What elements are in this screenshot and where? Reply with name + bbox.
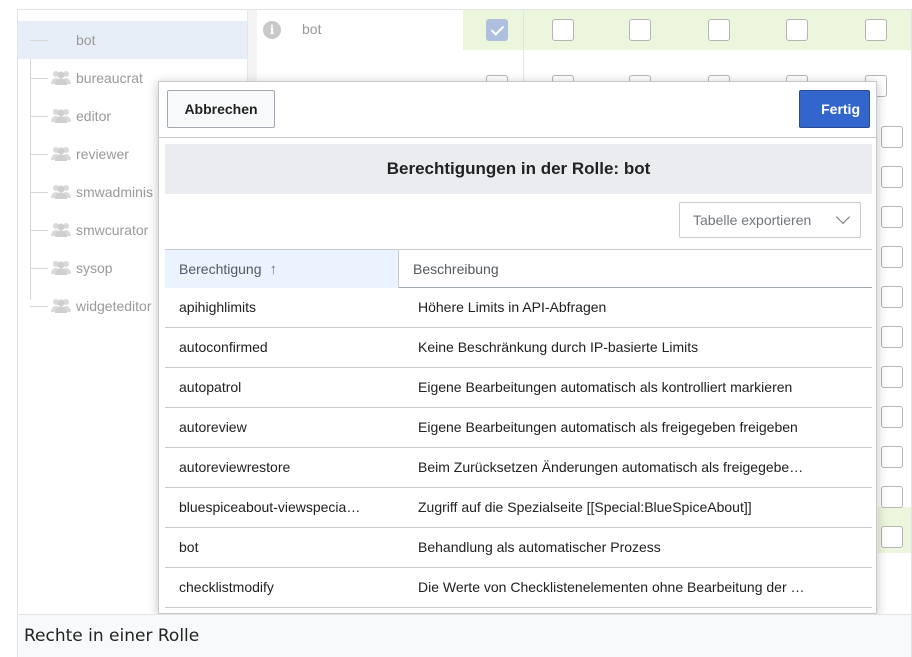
permission-checkbox[interactable] (881, 206, 903, 228)
permission-cell: autoreview (179, 419, 247, 435)
group-icon (50, 221, 72, 237)
permission-checkbox[interactable] (881, 286, 903, 308)
table-header: Berechtigung ↑ Beschreibung (165, 249, 872, 288)
permission-cell: autoconfirmed (179, 339, 268, 355)
tree-item-label: bot (76, 32, 96, 48)
tree-item-label: reviewer (76, 146, 129, 162)
permissions-table: Berechtigung ↑ Beschreibung apihighlimits… (165, 249, 872, 608)
cancel-button[interactable]: Abbrechen (167, 90, 275, 128)
description-cell: Zugriff auf die Spezialseite [[Special:B… (418, 499, 752, 515)
description-cell: Beim Zurücksetzen Änderungen automatisch… (418, 459, 804, 475)
tree-item-label: widgeteditor (76, 298, 152, 314)
tree-item-label: smwadminis (76, 184, 154, 200)
permissions-dialog: Abbrechen Fertig Berechtigungen in der R… (158, 81, 877, 614)
permission-checkbox[interactable] (708, 19, 730, 41)
permission-checkbox[interactable] (865, 19, 887, 41)
table-row[interactable]: bluespiceabout-viewspecia… Zugriff auf di… (165, 488, 872, 528)
description-cell: Eigene Bearbeitungen automatisch als fre… (418, 419, 798, 435)
column-header-description[interactable]: Beschreibung (399, 250, 872, 288)
done-button[interactable]: Fertig (799, 90, 870, 128)
grid-row-bot: i bot (258, 10, 911, 50)
dialog-title: Berechtigungen in der Rolle: bot (165, 144, 872, 194)
permission-cell: apihighlimits (179, 299, 257, 315)
description-cell: Behandlung als automatischer Prozess (418, 539, 661, 555)
tree-connector (30, 78, 48, 79)
group-icon (50, 69, 72, 85)
permission-checkbox[interactable] (881, 406, 903, 428)
description-cell: Eigene Bearbeitungen automatisch als kon… (418, 379, 793, 395)
grid-row-label: bot (302, 21, 322, 37)
table-row[interactable]: bot Behandlung als automatischer Prozess (165, 528, 872, 568)
permission-checkbox[interactable] (881, 246, 903, 268)
tree-connector (30, 40, 48, 41)
permission-checkbox[interactable] (486, 19, 508, 41)
description-cell: Höhere Limits in API-Abfragen (418, 299, 607, 315)
tree-connector (30, 192, 48, 193)
export-table-dropdown[interactable]: Tabelle exportieren (679, 202, 861, 238)
group-icon (50, 259, 72, 275)
tree-item-label: smwcurator (76, 222, 149, 238)
permission-checkbox[interactable] (881, 326, 903, 348)
permission-checkbox[interactable] (881, 366, 903, 388)
grid-column-divider (523, 10, 524, 90)
tree-item-label: sysop (76, 260, 113, 276)
permission-cell: autoreviewrestore (179, 459, 291, 475)
group-icon (50, 31, 72, 47)
description-cell: Die Werte von Checklistenelementen ohne … (418, 579, 805, 595)
table-row[interactable]: autoreviewrestore Beim Zurücksetzen Änder… (165, 448, 872, 488)
dialog-divider (159, 137, 876, 138)
tree-connector (30, 116, 48, 117)
description-cell: Keine Beschränkung durch IP-basierte Lim… (418, 339, 699, 355)
table-row[interactable]: autoconfirmed Keine Beschränkung durch IP… (165, 328, 872, 368)
tree-item-bot[interactable]: bot (18, 21, 250, 59)
column-header-permission-label: Berechtigung (179, 261, 262, 277)
permission-checkbox[interactable] (552, 19, 574, 41)
table-row[interactable]: autopatrol Eigene Bearbeitungen automatis… (165, 368, 872, 408)
permission-cell: bot (179, 539, 199, 555)
group-icon (50, 183, 72, 199)
table-body: apihighlimits Höhere Limits in API-Abfrag… (165, 288, 872, 608)
tree-connector (30, 306, 48, 307)
sort-ascending-icon: ↑ (269, 261, 278, 278)
table-row[interactable]: apihighlimits Höhere Limits in API-Abfrag… (165, 288, 872, 328)
permission-checkbox[interactable] (881, 486, 903, 508)
dialog-header: Abbrechen Fertig (159, 82, 876, 137)
info-icon[interactable]: i (263, 21, 281, 39)
export-label: Tabelle exportieren (693, 212, 812, 228)
group-icon (50, 107, 72, 123)
permission-checkbox[interactable] (881, 526, 903, 548)
tree-item-label: editor (76, 108, 112, 124)
tree-item-label: bureaucrat (76, 70, 143, 86)
group-icon (50, 145, 72, 161)
permission-checkbox[interactable] (881, 446, 903, 468)
permission-checkbox[interactable] (881, 166, 903, 188)
permission-checkbox[interactable] (629, 19, 651, 41)
permission-cell: checklistmodify (179, 579, 274, 595)
permission-checkbox[interactable] (786, 19, 808, 41)
table-row[interactable]: checklistmodify Die Werte von Checklisten… (165, 568, 872, 608)
column-header-description-label: Beschreibung (413, 261, 499, 277)
table-row[interactable]: autoreview Eigene Bearbeitungen automatis… (165, 408, 872, 448)
tree-connector (30, 230, 48, 231)
figure-caption: Rechte in einer Rolle (17, 614, 912, 657)
permission-cell: bluespiceabout-viewspecia… (179, 499, 361, 515)
chevron-down-icon (835, 209, 851, 225)
tree-connector (30, 154, 48, 155)
tree-connector (30, 268, 48, 269)
column-header-permission[interactable]: Berechtigung ↑ (165, 250, 399, 288)
permission-checkbox[interactable] (881, 126, 903, 148)
permission-cell: autopatrol (179, 379, 242, 395)
group-icon (50, 297, 72, 313)
